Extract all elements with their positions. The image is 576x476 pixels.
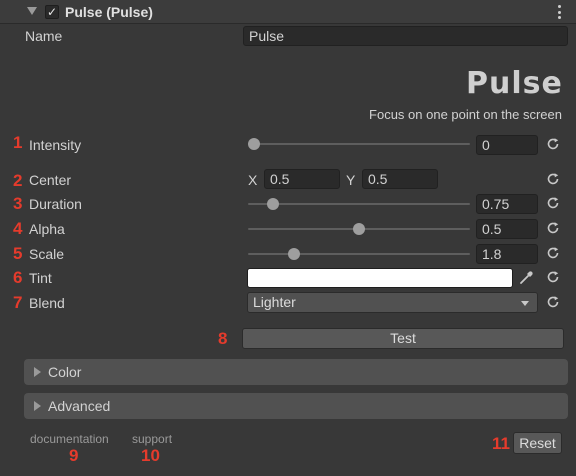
annotation-5: 5 (13, 244, 23, 263)
tint-reset-icon[interactable] (546, 270, 560, 284)
reset-button[interactable]: Reset (513, 432, 562, 454)
annotation-8: 8 (218, 329, 228, 348)
intensity-value-field[interactable]: 0 (476, 135, 538, 155)
duration-value-field[interactable]: 0.75 (476, 194, 538, 214)
duration-label: Duration (29, 196, 82, 212)
color-foldout[interactable]: Color (24, 359, 568, 385)
alpha-label: Alpha (29, 221, 65, 237)
eyedropper-icon[interactable] (518, 270, 534, 286)
pulse-logo: Pulse (466, 66, 563, 101)
annotation-4: 4 (13, 219, 23, 238)
documentation-link[interactable]: documentation (30, 432, 109, 446)
support-link[interactable]: support (132, 432, 172, 446)
annotation-3: 3 (13, 194, 23, 213)
annotation-7: 7 (13, 293, 23, 312)
alpha-slider-thumb[interactable] (353, 223, 365, 235)
duration-slider[interactable] (248, 203, 470, 205)
center-x-label: X (248, 172, 258, 188)
advanced-foldout-label: Advanced (48, 398, 111, 414)
annotation-1: 1 (13, 133, 23, 152)
name-label: Name (25, 28, 63, 44)
center-label: Center (29, 172, 72, 188)
scale-label: Scale (29, 246, 65, 262)
more-options-icon[interactable] (558, 5, 562, 19)
center-y-label: Y (346, 172, 356, 188)
blend-label: Blend (29, 295, 65, 311)
intensity-label: Intensity (29, 137, 82, 153)
scale-slider[interactable] (248, 253, 470, 255)
effect-description: Focus on one point on the screen (369, 107, 562, 122)
annotation-6: 6 (13, 268, 23, 287)
annotation-2: 2 (13, 171, 23, 190)
intensity-slider[interactable] (250, 143, 470, 145)
component-header[interactable]: ✓ Pulse (Pulse) (0, 0, 576, 24)
intensity-slider-thumb[interactable] (248, 138, 260, 150)
alpha-reset-icon[interactable] (546, 221, 560, 235)
tint-label: Tint (29, 270, 52, 286)
advanced-foldout[interactable]: Advanced (24, 393, 568, 419)
blend-dropdown[interactable]: Lighter (247, 292, 538, 313)
scale-reset-icon[interactable] (546, 246, 560, 260)
foldout-collapsed-icon (34, 401, 41, 411)
foldout-arrow-icon[interactable] (27, 7, 37, 15)
scale-slider-thumb[interactable] (287, 248, 300, 260)
dropdown-arrow-icon (521, 301, 529, 306)
component-title: Pulse (Pulse) (65, 4, 153, 20)
duration-reset-icon[interactable] (546, 196, 560, 210)
center-reset-icon[interactable] (546, 172, 560, 186)
blend-dropdown-value: Lighter (253, 294, 296, 310)
annotation-11: 11 (492, 434, 510, 453)
tint-color-field[interactable] (247, 268, 513, 288)
intensity-reset-icon[interactable] (546, 137, 560, 151)
name-input[interactable]: Pulse (243, 26, 568, 46)
alpha-value-field[interactable]: 0.5 (476, 219, 538, 239)
foldout-collapsed-icon (34, 367, 41, 377)
blend-reset-icon[interactable] (546, 295, 560, 309)
center-y-field[interactable]: 0.5 (362, 169, 438, 189)
annotation-9: 9 (69, 446, 79, 465)
duration-slider-thumb[interactable] (266, 198, 279, 210)
annotation-10: 10 (141, 446, 160, 465)
test-button[interactable]: Test (242, 328, 564, 349)
color-foldout-label: Color (48, 364, 82, 380)
center-x-field[interactable]: 0.5 (264, 169, 340, 189)
enabled-checkbox[interactable]: ✓ (45, 5, 59, 19)
scale-value-field[interactable]: 1.8 (476, 244, 538, 264)
